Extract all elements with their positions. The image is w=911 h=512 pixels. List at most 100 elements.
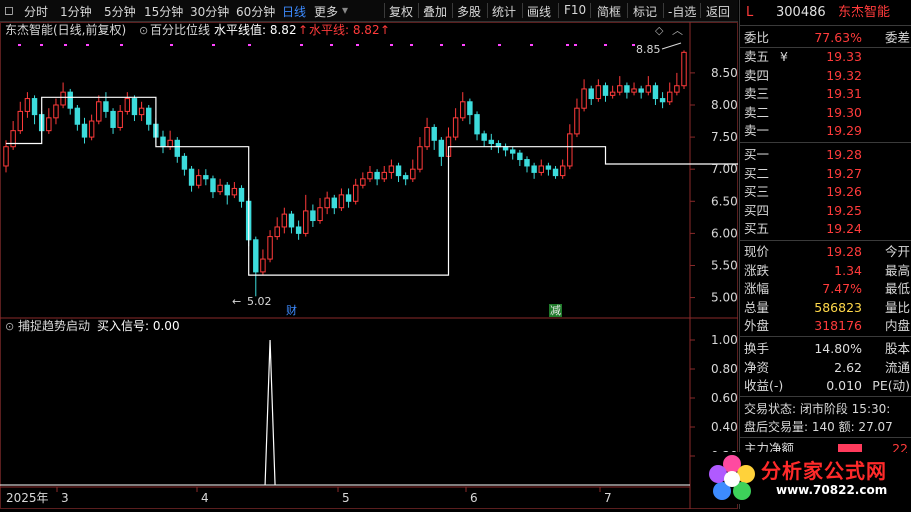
candle-body [481, 133, 487, 141]
indicator-arrow-icon: ↑ [298, 23, 308, 37]
buy-level-row: 买一 19.28 [744, 147, 862, 162]
btn-f10[interactable]: F10 [564, 3, 586, 17]
candle-body [574, 107, 580, 135]
candle-body [388, 165, 395, 173]
candle-body [417, 146, 423, 170]
btn-diejia[interactable]: 叠加 [423, 3, 447, 20]
magenta-marker [574, 44, 577, 46]
candle-body [510, 149, 516, 154]
tab-5min[interactable]: 5分钟 [104, 3, 136, 20]
tab-1min[interactable]: 1分钟 [60, 3, 92, 20]
price-axis-label: 5.00 [711, 291, 738, 305]
candle-body [410, 168, 416, 180]
quote-row: 现价 19.28 今开 [744, 244, 910, 259]
sell-level-row: 卖二 19.30 [744, 104, 862, 120]
candle-body [146, 107, 152, 125]
candle-body [217, 184, 223, 193]
candle-body [617, 85, 623, 93]
date-axis-label: 2025年 [6, 491, 49, 505]
candle-body [395, 165, 402, 177]
price-axis-label: 6.00 [711, 226, 738, 240]
magenta-marker [300, 44, 303, 46]
candle-body [188, 168, 195, 186]
indicator-collapse-icon: ⊙ [139, 24, 148, 37]
price-axis-label: 8.50 [711, 66, 738, 80]
btn-tongji[interactable]: 统计 [492, 3, 516, 20]
indicator-value: 水平线值: 8.82 [214, 22, 297, 37]
magenta-marker [170, 44, 173, 46]
percent-level-line [6, 50, 792, 276]
btn-biaoji[interactable]: 标记 [633, 3, 657, 20]
candle-body [160, 136, 166, 148]
sub-axis-label: 0.40 [711, 420, 738, 434]
candle-body [338, 194, 345, 209]
candle-body [324, 197, 330, 209]
kline-chart-svg[interactable]: 8.50 8.00 7.50 7.00 6.50 6.00 5.50 5.00 1.00 0.8… [0, 22, 792, 509]
candle-body [253, 239, 259, 273]
signal-group [0, 339, 690, 486]
candle-body [552, 168, 559, 177]
candle-body [367, 171, 373, 180]
magenta-marker [390, 44, 393, 46]
more-arrow-icon[interactable]: ▾ [342, 3, 348, 17]
indicator-value2: 水平线: 8.82 [309, 23, 380, 37]
btn-huaxian[interactable]: 画线 [527, 3, 551, 20]
candle-body [524, 159, 530, 167]
candle-body [260, 258, 266, 273]
kline-chart-area[interactable]: 8.50 8.00 7.50 7.00 6.50 6.00 5.50 5.00 1.00 0.8… [0, 22, 792, 509]
candle-body [10, 130, 16, 148]
candle-body [281, 213, 288, 228]
tab-more[interactable]: 更多 [314, 3, 338, 20]
candle-body [609, 91, 616, 96]
candle-body [431, 126, 437, 141]
stock-title: 东杰智能(日线,前复权) [5, 22, 126, 37]
btn-jiankuang[interactable]: 简框 [597, 3, 621, 20]
candle-body [203, 175, 209, 180]
percent-line-group [6, 50, 792, 276]
candle-body [667, 91, 673, 103]
btn-zixuan[interactable]: -自选 [668, 3, 696, 20]
fund-row: 收益(-) 0.010 PE(动) [744, 378, 910, 394]
tab-15min[interactable]: 15分钟 [144, 3, 183, 20]
watermark-logo: 分析家公式网 www.70822.com [706, 452, 906, 504]
panel-header: L 300486 东杰智能 [742, 3, 911, 23]
candle-body [31, 98, 38, 116]
price-axis-label: 6.50 [711, 194, 738, 208]
date-axis-label: 5 [342, 491, 350, 505]
btn-back[interactable]: 返回 [706, 3, 730, 20]
price-axis-label: 7.00 [711, 162, 738, 176]
indicator-name: 百分比位线 [150, 22, 210, 37]
stock-code: 300486 [776, 5, 826, 20]
candle-body [195, 175, 202, 186]
candle-body [167, 139, 173, 148]
candle-body [288, 213, 295, 228]
btn-duogu[interactable]: 多股 [457, 3, 481, 20]
candle-body [581, 88, 587, 109]
candle-body [295, 226, 302, 234]
low-marker: 5.02 [247, 295, 272, 308]
candle-body [274, 226, 280, 238]
price-axis-label: 7.50 [711, 130, 738, 144]
candle-body [345, 194, 352, 202]
candle-body [238, 187, 245, 202]
btn-fuquan[interactable]: 复权 [389, 3, 413, 20]
date-axis-label: 7 [604, 491, 612, 505]
tab-fenshi[interactable]: 分时 [24, 3, 48, 20]
candle-body [438, 139, 445, 157]
candle-body [360, 178, 366, 186]
candle-body [652, 85, 659, 100]
high-marker: 8.85 [636, 43, 661, 56]
toolbar-menu-icon[interactable]: ◻ [4, 3, 14, 17]
candle-body [374, 171, 380, 180]
tab-60min[interactable]: 60分钟 [236, 3, 275, 20]
magenta-marker [248, 44, 251, 46]
candle-body [624, 85, 630, 93]
quote-row: 外盘 318176 内盘 [744, 318, 910, 334]
tab-30min[interactable]: 30分钟 [190, 3, 229, 20]
candle-body [303, 210, 309, 234]
status-row: 交易状态: 闭市阶段 15:30: [744, 402, 891, 416]
candle-body [452, 117, 459, 138]
tab-daily[interactable]: 日线 [282, 3, 306, 20]
candle-body [545, 165, 552, 170]
buy-level-row: 买四 19.25 [744, 202, 862, 218]
